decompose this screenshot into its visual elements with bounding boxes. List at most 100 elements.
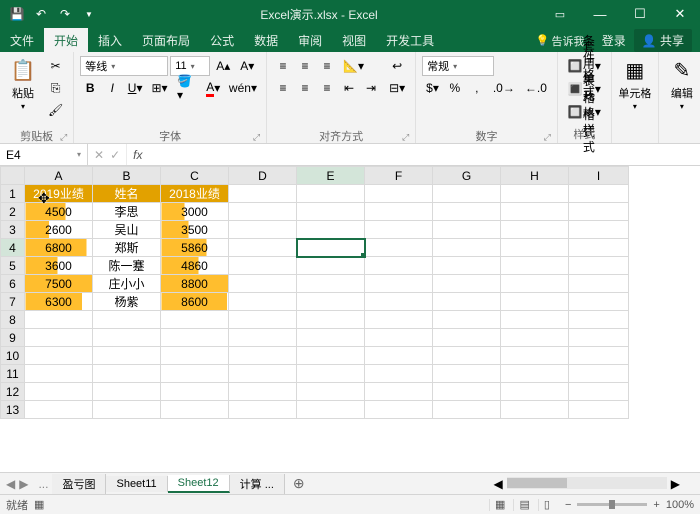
col-header[interactable]: H: [501, 167, 569, 185]
row-header[interactable]: 3: [1, 221, 25, 239]
cell[interactable]: [161, 347, 229, 365]
cell[interactable]: [433, 311, 501, 329]
cell[interactable]: [433, 203, 501, 221]
align-top-icon[interactable]: ≡: [273, 56, 293, 76]
tab-review[interactable]: 审阅: [288, 28, 332, 52]
cell[interactable]: [569, 293, 629, 311]
currency-icon[interactable]: $▾: [422, 78, 443, 98]
cell[interactable]: [161, 383, 229, 401]
col-header[interactable]: [1, 167, 25, 185]
cell[interactable]: [501, 311, 569, 329]
cell[interactable]: [501, 329, 569, 347]
cell[interactable]: 4500: [25, 203, 93, 221]
fx-icon[interactable]: fx: [127, 144, 148, 165]
cell[interactable]: [297, 365, 365, 383]
cell[interactable]: [297, 401, 365, 419]
cell[interactable]: [433, 383, 501, 401]
cell[interactable]: [365, 239, 433, 257]
tab-formulas[interactable]: 公式: [200, 28, 244, 52]
cell[interactable]: [365, 329, 433, 347]
cell[interactable]: [569, 239, 629, 257]
cell[interactable]: [433, 185, 501, 203]
col-header[interactable]: G: [433, 167, 501, 185]
percent-icon[interactable]: %: [445, 78, 465, 98]
cell[interactable]: 7500: [25, 275, 93, 293]
name-box[interactable]: E4▾: [0, 144, 88, 165]
clipboard-launcher-icon[interactable]: ⤢: [6, 132, 67, 142]
format-painter-icon[interactable]: 🖌: [44, 100, 67, 120]
cell[interactable]: [25, 365, 93, 383]
cell[interactable]: [501, 257, 569, 275]
cell[interactable]: 3600: [25, 257, 93, 275]
cell[interactable]: [297, 329, 365, 347]
cell[interactable]: [433, 293, 501, 311]
cell[interactable]: [501, 221, 569, 239]
tab-file[interactable]: 文件: [0, 28, 44, 52]
cell[interactable]: 8800: [161, 275, 229, 293]
cell[interactable]: 2600: [25, 221, 93, 239]
qat-more-icon[interactable]: ▼: [80, 5, 98, 23]
indent-right-icon[interactable]: ⇥: [361, 78, 381, 98]
cell[interactable]: [297, 275, 365, 293]
sheet-nav-prev-icon[interactable]: ◀: [6, 477, 15, 491]
cell[interactable]: [161, 329, 229, 347]
orientation-icon[interactable]: 📐▾: [339, 56, 368, 76]
cell[interactable]: [569, 347, 629, 365]
cancel-formula-icon[interactable]: ✕: [94, 148, 104, 162]
cell[interactable]: [501, 239, 569, 257]
cell[interactable]: [161, 401, 229, 419]
spreadsheet-grid[interactable]: ABCDEFGHI12019业绩姓名2018业绩24500李思300032600…: [0, 166, 629, 419]
alignment-launcher-icon[interactable]: ⤢: [273, 132, 409, 142]
number-format-combo[interactable]: 常规▾: [422, 56, 494, 76]
cell[interactable]: [433, 275, 501, 293]
cell[interactable]: [25, 329, 93, 347]
cell[interactable]: [569, 257, 629, 275]
cell[interactable]: [569, 311, 629, 329]
close-icon[interactable]: ✕: [660, 0, 700, 28]
cell[interactable]: [229, 185, 297, 203]
cell[interactable]: 郑斯: [93, 239, 161, 257]
align-middle-icon[interactable]: ≡: [295, 56, 315, 76]
tab-data[interactable]: 数据: [244, 28, 288, 52]
indent-left-icon[interactable]: ⇤: [339, 78, 359, 98]
cell[interactable]: 6300: [25, 293, 93, 311]
horizontal-scrollbar[interactable]: ◀▶: [313, 477, 700, 491]
cell[interactable]: 庄小小: [93, 275, 161, 293]
maximize-icon[interactable]: ☐: [620, 0, 660, 28]
row-header[interactable]: 12: [1, 383, 25, 401]
save-icon[interactable]: 💾: [8, 5, 26, 23]
row-header[interactable]: 1: [1, 185, 25, 203]
comma-icon[interactable]: ,: [467, 78, 487, 98]
sheet-tab-3[interactable]: Sheet12: [168, 475, 230, 493]
new-sheet-button[interactable]: ⊕: [285, 475, 313, 492]
cell[interactable]: [501, 383, 569, 401]
cell[interactable]: [501, 347, 569, 365]
share-button[interactable]: 👤 共享: [634, 29, 692, 52]
ribbon-options-icon[interactable]: ▭: [540, 0, 580, 28]
cell[interactable]: [229, 293, 297, 311]
font-size-combo[interactable]: 11▾: [170, 56, 210, 76]
cell[interactable]: 6800: [25, 239, 93, 257]
cell[interactable]: [229, 365, 297, 383]
cell[interactable]: [433, 257, 501, 275]
bold-button[interactable]: B: [80, 78, 100, 98]
enter-formula-icon[interactable]: ✓: [110, 148, 120, 162]
cell[interactable]: [433, 347, 501, 365]
cell[interactable]: [25, 311, 93, 329]
formula-input[interactable]: [148, 144, 700, 165]
cell[interactable]: [365, 365, 433, 383]
cell[interactable]: [93, 311, 161, 329]
cell[interactable]: 3500: [161, 221, 229, 239]
phonetic-button[interactable]: wén▾: [226, 78, 260, 98]
cell-styles-button[interactable]: 🔲 单元格样式 ▾: [564, 102, 605, 122]
align-bottom-icon[interactable]: ≡: [317, 56, 337, 76]
cell[interactable]: [25, 347, 93, 365]
tab-view[interactable]: 视图: [332, 28, 376, 52]
col-header[interactable]: F: [365, 167, 433, 185]
sheet-tab-2[interactable]: Sheet11: [106, 476, 167, 492]
cell[interactable]: [433, 221, 501, 239]
cell[interactable]: [229, 311, 297, 329]
zoom-control[interactable]: − + 100%: [565, 499, 694, 511]
cell[interactable]: 5860: [161, 239, 229, 257]
tab-insert[interactable]: 插入: [88, 28, 132, 52]
